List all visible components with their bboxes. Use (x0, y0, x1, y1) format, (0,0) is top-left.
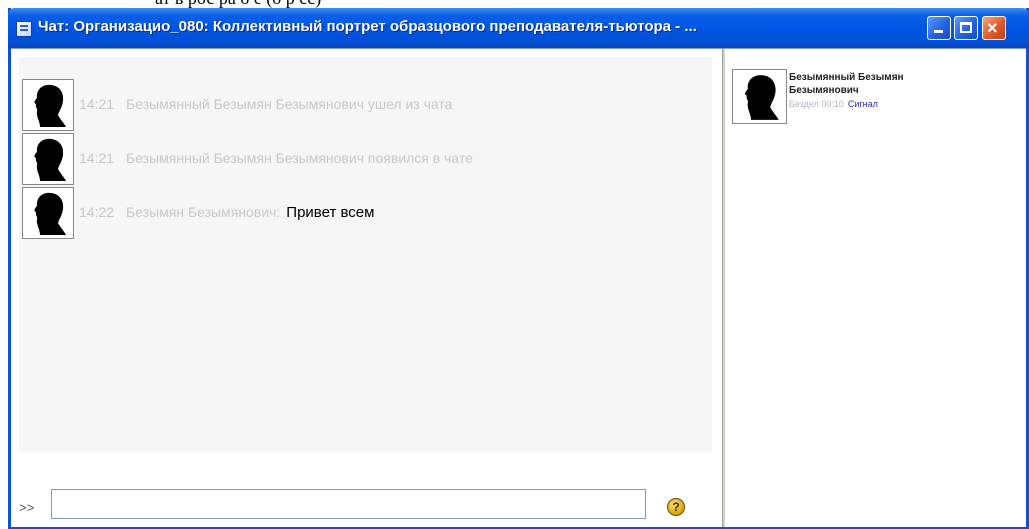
chat-window-icon (16, 21, 32, 37)
message-input[interactable] (51, 489, 646, 519)
message-system-text: Безымянный Безымян Безымянович появился … (126, 150, 473, 166)
title-bar[interactable]: Чат: Организацио_080: Коллективный портр… (8, 8, 1029, 48)
message-item: 14:22 Безымян Безымянович: Привет всем (22, 187, 702, 239)
silhouette-avatar-icon (22, 187, 74, 239)
help-icon[interactable]: ? (667, 498, 685, 516)
user-idle-time: Бездел 00:10 (789, 99, 844, 109)
user-status: Бездел 00:10 Сигнал (789, 99, 878, 109)
chat-client-area: 14:21 Безымянный Безымян Безымянович уше… (11, 48, 1026, 527)
message-list[interactable]: 14:21 Безымянный Безымян Безымянович уше… (19, 57, 712, 452)
message-author: Безымян Безымянович: (126, 204, 281, 220)
message-content: Безымян Безымянович: Привет всем (126, 204, 374, 221)
message-time: 14:22 (79, 204, 115, 220)
close-button[interactable]: × (982, 16, 1006, 40)
chat-window: Чат: Организацио_080: Коллективный портр… (8, 8, 1029, 529)
beep-link[interactable]: Сигнал (848, 99, 878, 109)
close-icon: × (987, 18, 998, 38)
silhouette-avatar-icon (22, 133, 74, 185)
silhouette-avatar-icon (22, 79, 74, 131)
minimize-icon (934, 30, 943, 33)
pane-divider[interactable] (722, 49, 725, 527)
message-system-text: Безымянный Безымян Безымянович ушел из ч… (126, 96, 453, 112)
maximize-icon (960, 22, 972, 33)
message-body: Привет всем (286, 204, 375, 221)
maximize-button[interactable] (954, 16, 978, 40)
user-name[interactable]: Безымянный Безымян Безымянович (789, 71, 969, 97)
message-time: 14:21 (79, 150, 115, 166)
message-input-row: >> ? (19, 489, 719, 523)
document-caption-fragment: ат в рос ра о е (о р сс) (0, 0, 1029, 8)
message-time: 14:21 (79, 96, 115, 112)
message-item: 14:21 Безымянный Безымян Безымянович уше… (22, 79, 702, 131)
minimize-button[interactable] (927, 16, 951, 40)
silhouette-avatar-icon (732, 69, 787, 124)
input-prompt: >> (19, 501, 35, 516)
message-item: 14:21 Безымянный Безымян Безымянович поя… (22, 133, 702, 185)
window-title: Чат: Организацио_080: Коллективный портр… (38, 18, 697, 35)
user-list-item: Безымянный Безымян Безымянович Бездел 00… (732, 69, 1017, 129)
